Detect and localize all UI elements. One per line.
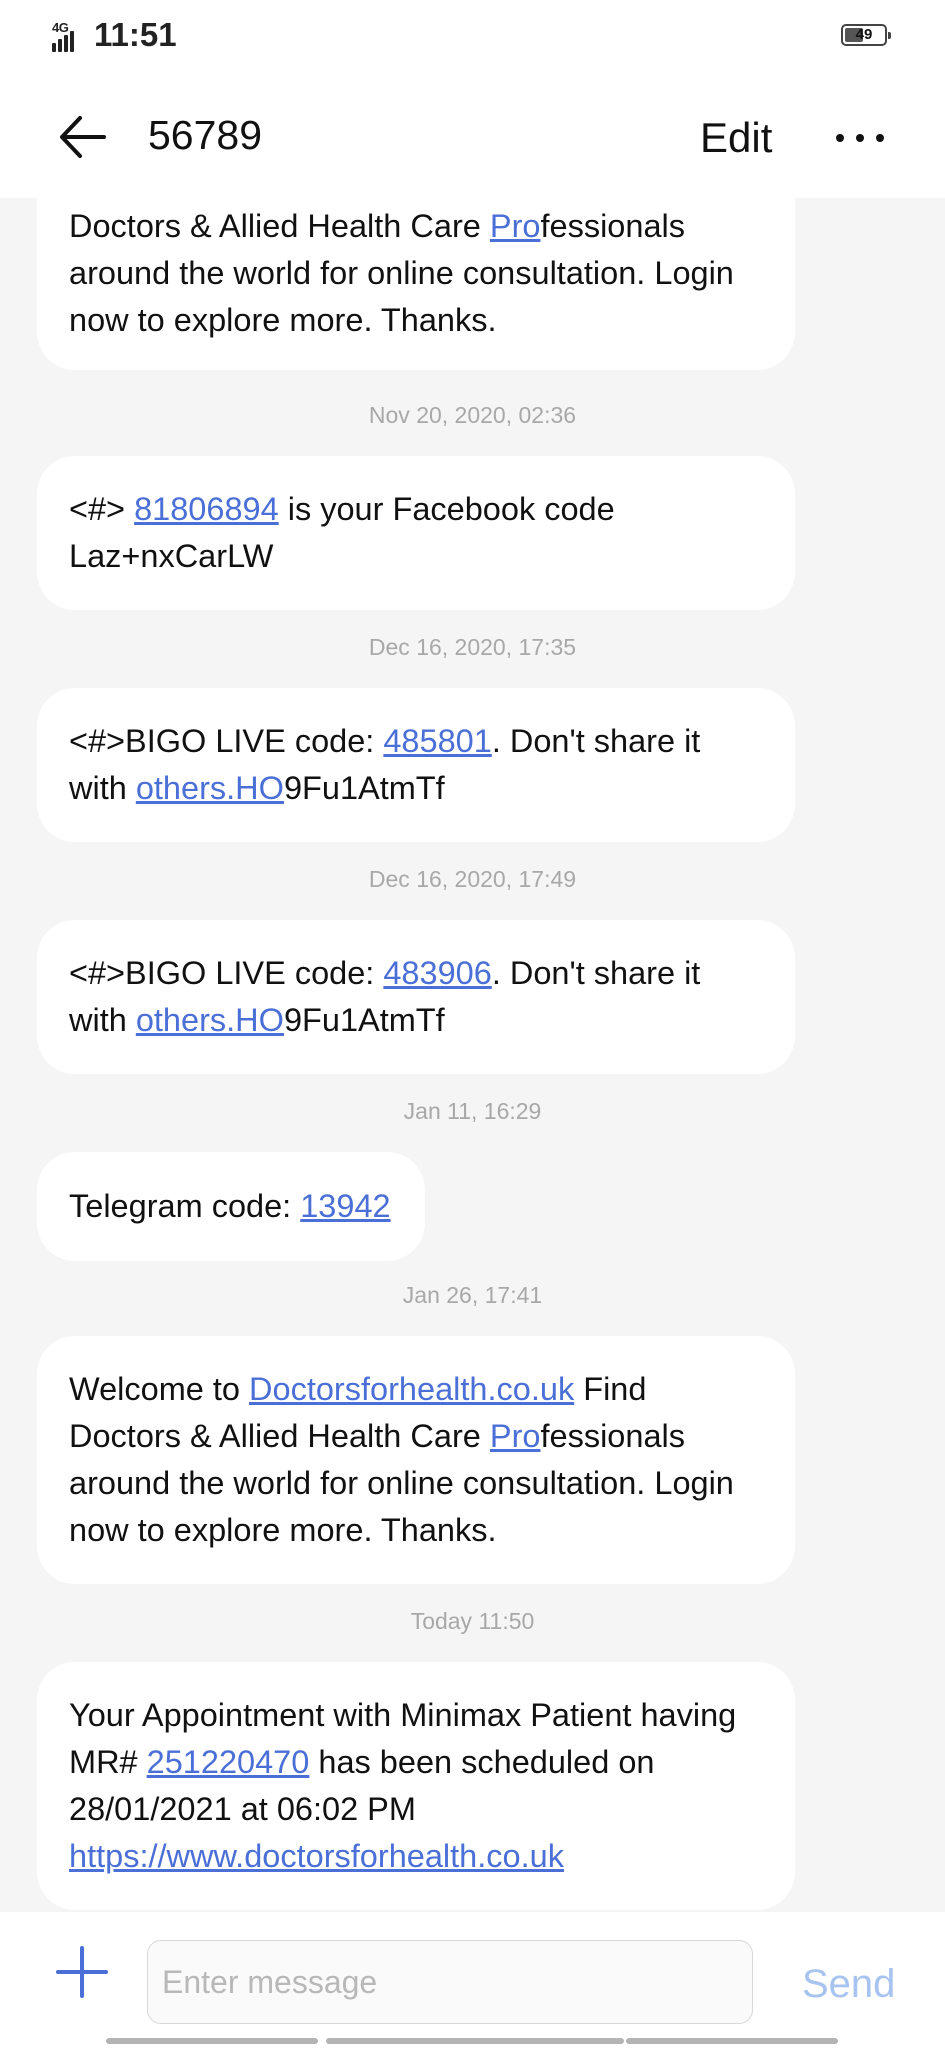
battery-icon: 49 — [841, 24, 891, 46]
message-bubble[interactable]: Your Appointment with Minimax Patient ha… — [37, 1662, 795, 1910]
message-bubble[interactable]: <#>BIGO LIVE code: 485801. Don't share i… — [37, 688, 795, 842]
conversation-header: 56789 Edit — [0, 76, 945, 198]
navigation-indicator — [326, 2038, 624, 2044]
navigation-indicator — [106, 2038, 318, 2044]
message-composer: Send — [0, 1912, 945, 2048]
add-attachment-icon[interactable] — [52, 1942, 112, 2002]
message-link[interactable]: others.HO — [136, 1002, 284, 1038]
message-bubble[interactable]: <#>BIGO LIVE code: 483906. Don't share i… — [37, 920, 795, 1074]
message-bubble[interactable]: Welcome to Doctorsforhealth.co.uk Find D… — [37, 1336, 795, 1584]
status-time: 11:51 — [94, 16, 177, 53]
message-link[interactable]: 251220470 — [147, 1744, 310, 1780]
message-text: 9Fu1AtmTf — [283, 770, 445, 806]
message-link[interactable]: 81806894 — [134, 491, 279, 527]
message-link[interactable]: 13942 — [300, 1188, 390, 1224]
signal-icon: 4G — [52, 20, 86, 52]
message-timestamp: Dec 16, 2020, 17:49 — [368, 866, 577, 892]
message-input[interactable] — [147, 1940, 753, 2024]
message-timestamp: Today 11:50 — [410, 1608, 535, 1634]
message-thread[interactable]: Doctors & Allied Health Care Professiona… — [0, 198, 945, 1912]
message-link[interactable]: Doctorsforhealth.co.uk — [249, 1371, 574, 1407]
more-options-icon[interactable] — [830, 114, 890, 158]
message-timestamp: Jan 11, 16:29 — [403, 1098, 542, 1124]
back-arrow-icon[interactable] — [52, 106, 114, 168]
message-timestamp: Jan 26, 17:41 — [402, 1282, 543, 1308]
message-text: <#>BIGO LIVE code: — [69, 955, 384, 991]
message-bubble[interactable]: <#> 81806894 is your Facebook code Laz+n… — [37, 456, 795, 610]
message-timestamp: Dec 16, 2020, 17:35 — [368, 634, 577, 660]
message-text: Welcome to — [69, 1371, 250, 1407]
message-link[interactable]: 483906 — [383, 955, 491, 991]
message-link[interactable]: https://www.doctorsforhealth.co.uk — [69, 1838, 564, 1874]
conversation-title: 56789 — [148, 112, 263, 158]
network-type: 4G — [52, 20, 69, 35]
message-bubble[interactable]: Telegram code: 13942 — [37, 1152, 425, 1261]
message-text: Doctors & Allied Health Care — [69, 208, 490, 244]
message-text: Telegram code: — [69, 1188, 301, 1224]
message-link[interactable]: Pro — [490, 1418, 541, 1454]
message-timestamp: Nov 20, 2020, 02:36 — [368, 402, 577, 428]
message-link[interactable]: others.HO — [136, 770, 284, 806]
message-bubble[interactable]: Doctors & Allied Health Care Professiona… — [37, 198, 795, 370]
message-text: <#> — [69, 491, 135, 527]
message-text: <#>BIGO LIVE code: — [69, 723, 384, 759]
send-button[interactable]: Send — [802, 1962, 895, 2007]
message-link[interactable]: 485801 — [383, 723, 491, 759]
battery-level: 49 — [855, 26, 873, 43]
status-bar: 4G 11:51 49 — [0, 0, 945, 76]
navigation-indicator — [626, 2038, 838, 2044]
edit-button[interactable]: Edit — [700, 114, 772, 162]
message-link[interactable]: Pro — [490, 208, 541, 244]
message-text: 9Fu1AtmTf — [283, 1002, 445, 1038]
